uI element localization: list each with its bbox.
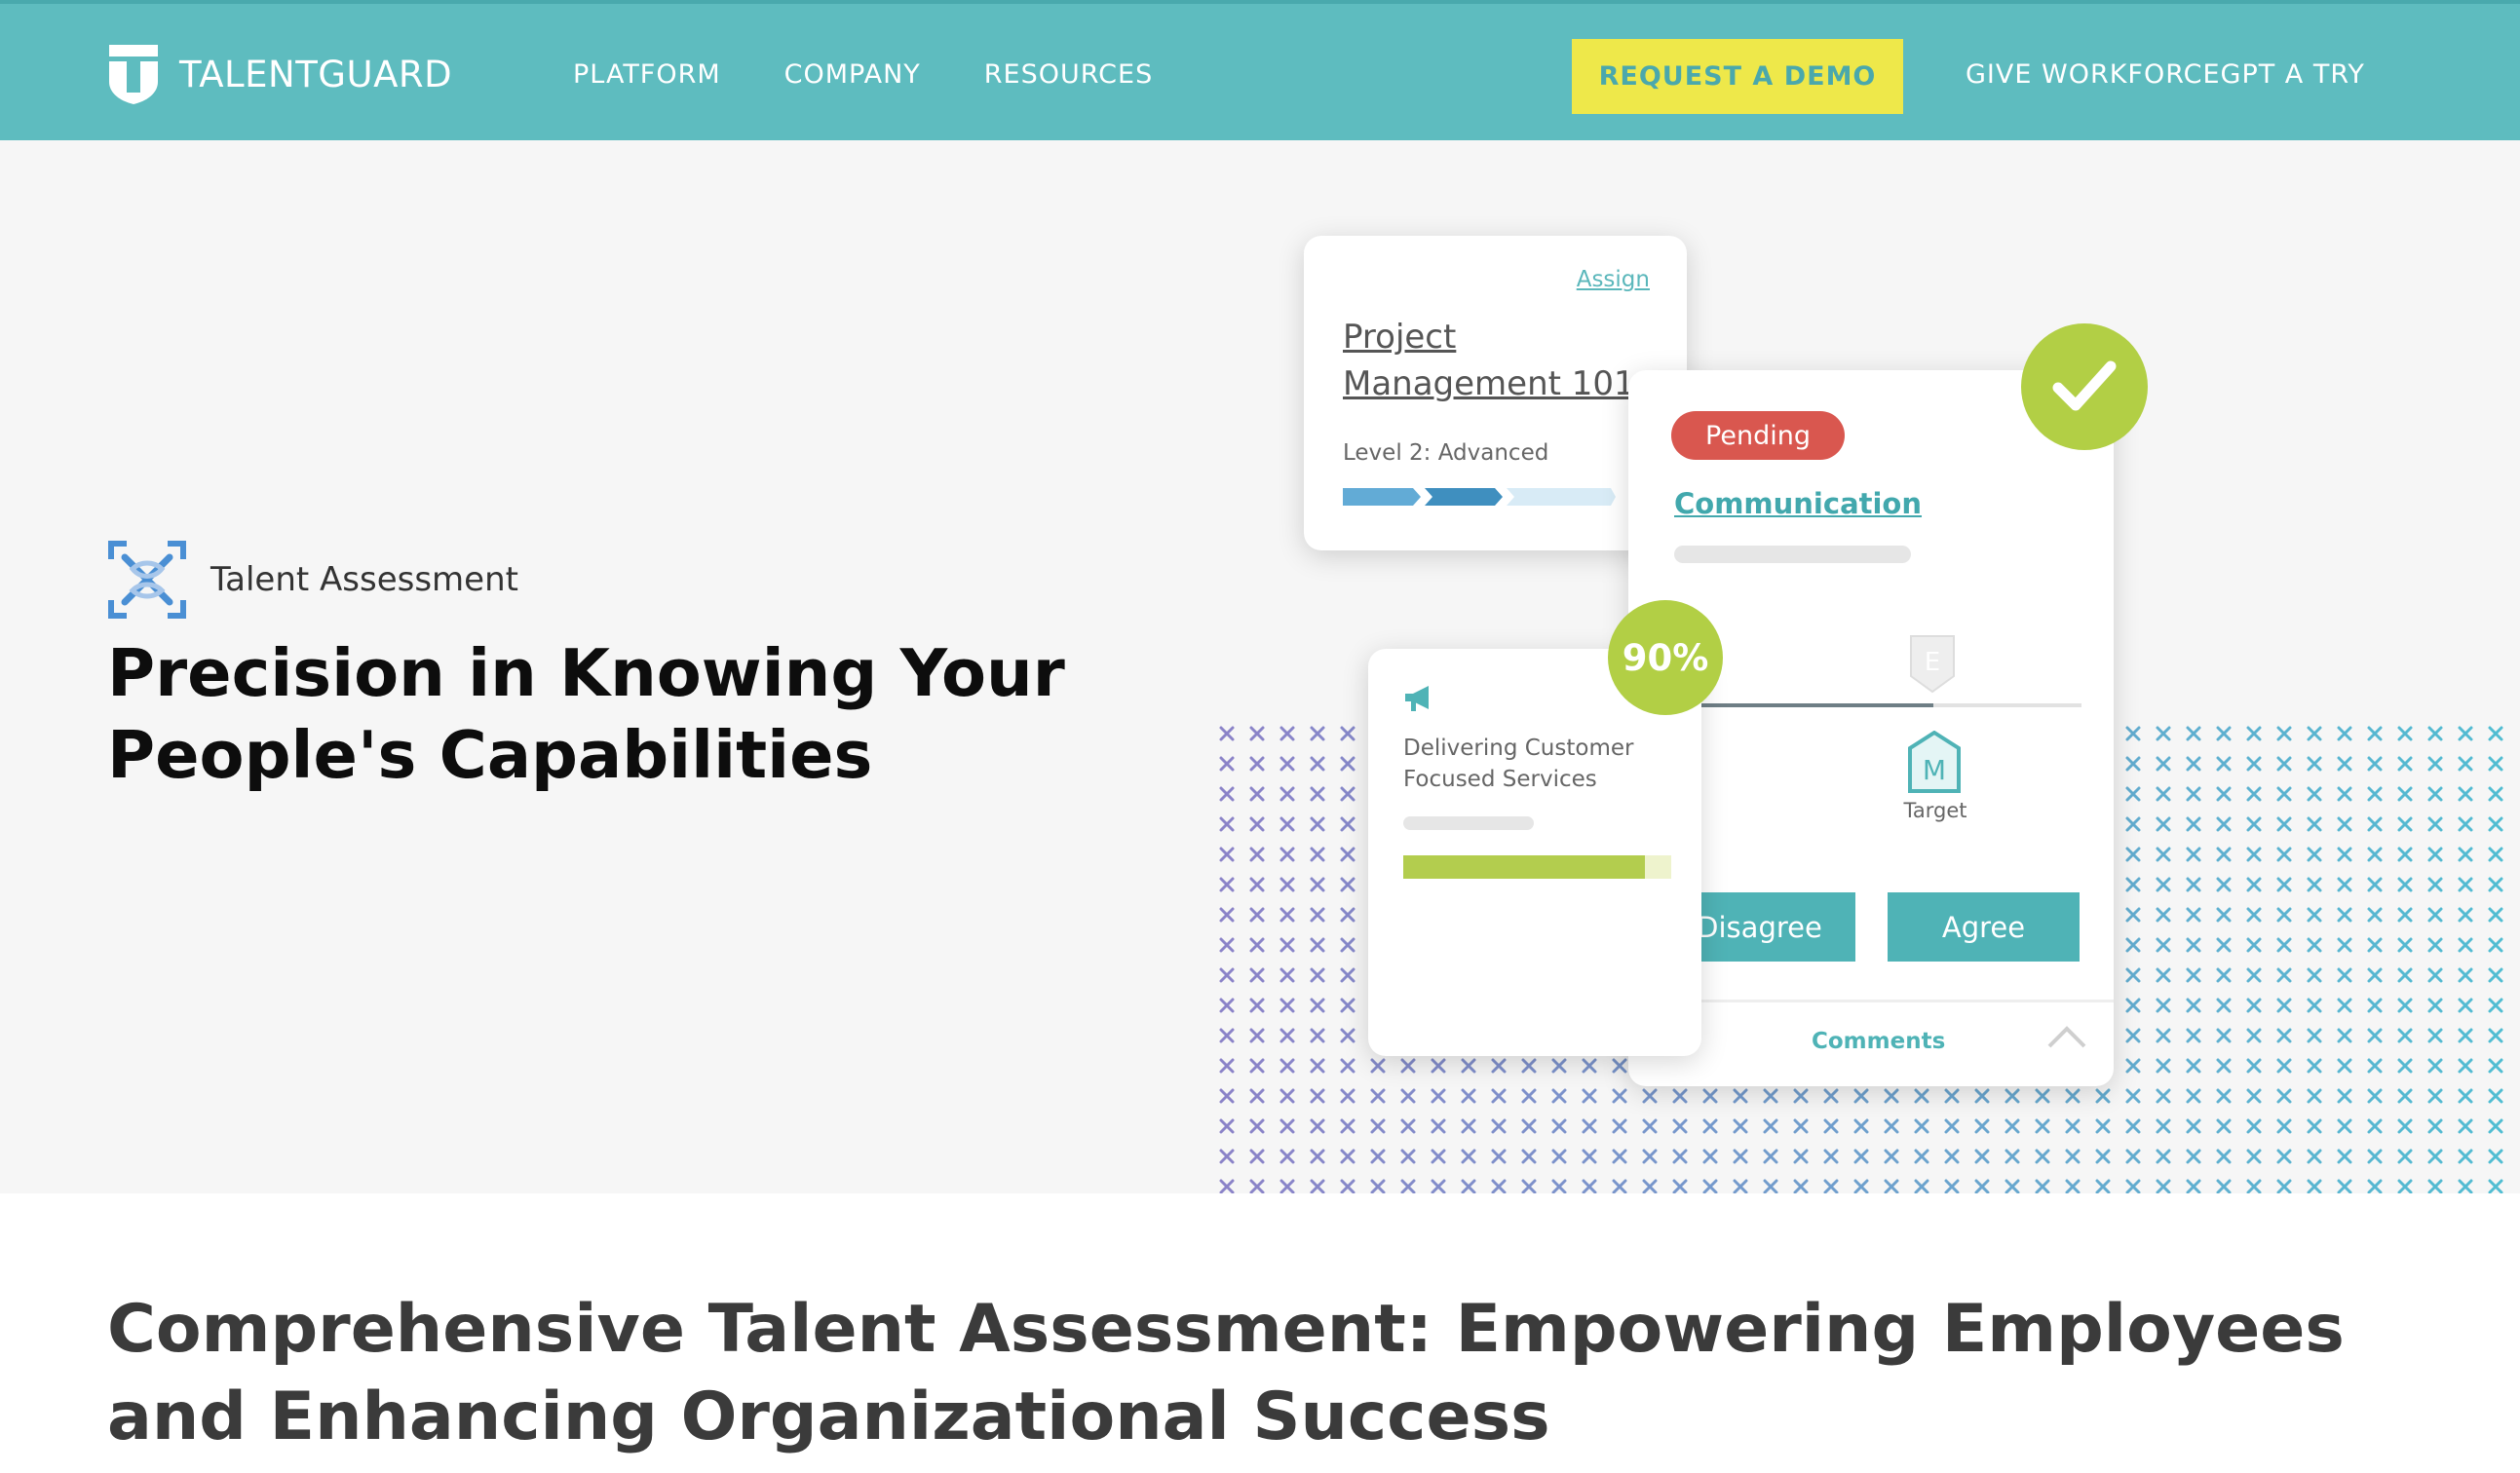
svg-text:M: M (1923, 754, 1946, 786)
talentguard-logo[interactable]: TALENTGUARD (107, 43, 452, 105)
nav-resources[interactable]: RESOURCES (984, 59, 1153, 90)
service-title: Delivering Customer Focused Services (1403, 736, 1634, 792)
percent-badge: 90% (1608, 600, 1723, 715)
checkmark-icon (2021, 323, 2148, 450)
talent-assessment-icon (108, 541, 186, 619)
level-progress-chevrons (1343, 488, 1616, 506)
nav-platform[interactable]: PLATFORM (573, 59, 721, 90)
proficiency-fill (1697, 703, 1933, 707)
competency-link[interactable]: Communication (1674, 487, 1922, 520)
comments-toggle[interactable]: Comments (1812, 1029, 1945, 1054)
placeholder-bar (1403, 816, 1534, 830)
request-demo-button[interactable]: REQUEST A DEMO (1572, 39, 1903, 114)
workforcegpt-link[interactable]: GIVE WORKFORCEGPT A TRY (1966, 4, 2365, 144)
expected-level-marker: E (1910, 635, 1955, 694)
chevron-up-icon[interactable] (2045, 1021, 2088, 1050)
target-level-marker: M (1908, 731, 1961, 793)
status-badge: Pending (1671, 411, 1845, 460)
top-navbar: TALENTGUARD PLATFORM COMPANY RESOURCES R… (0, 0, 2520, 140)
project-title[interactable]: Project Management 101 (1343, 314, 1674, 407)
level-label: Level 2: Advanced (1343, 440, 1549, 466)
nav-company[interactable]: COMPANY (784, 59, 921, 90)
assign-link[interactable]: Assign (1577, 267, 1650, 292)
svg-text:E: E (1925, 648, 1940, 677)
brand-name: TALENTGUARD (179, 53, 453, 95)
megaphone-icon (1405, 686, 1429, 711)
placeholder-bar (1674, 546, 1911, 563)
main-nav: PLATFORM COMPANY RESOURCES (573, 4, 1216, 144)
target-label: Target (1903, 799, 1967, 822)
agree-button[interactable]: Agree (1888, 892, 2080, 962)
shield-logo-icon (109, 45, 158, 104)
hero-title: Precision in Knowing Your People's Capab… (107, 635, 1065, 793)
section-title: Comprehensive Talent Assessment: Empower… (107, 1291, 2345, 1455)
service-progress-fill (1403, 855, 1645, 879)
product-badge: Talent Assessment (107, 540, 518, 620)
hero-section: Talent Assessment Precision in Knowing Y… (0, 140, 2520, 1193)
badge-label: Talent Assessment (210, 560, 518, 599)
